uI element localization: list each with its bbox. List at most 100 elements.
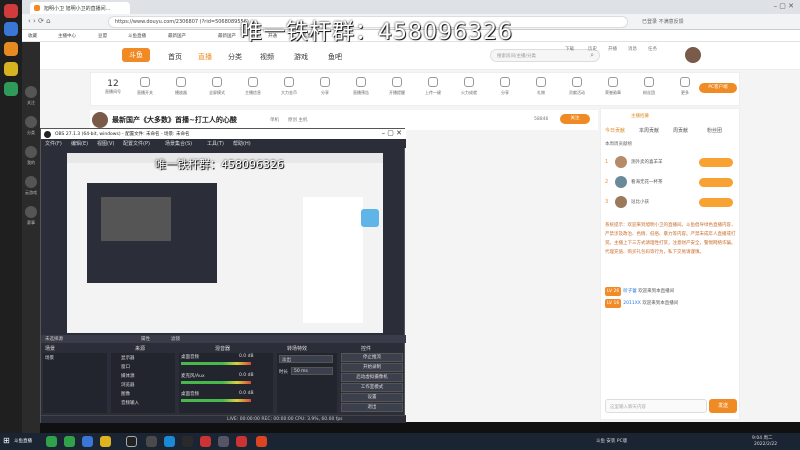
tray-text[interactable]: 斗鱼 安装 PC版	[596, 438, 627, 444]
nav-fishbar[interactable]: 鱼吧	[328, 52, 342, 62]
nav-category[interactable]: 分类	[228, 52, 242, 62]
filters-button[interactable]: 滤镜	[171, 336, 180, 342]
room-category[interactable]: 单机	[270, 117, 279, 123]
bookmark-item[interactable]: 豆盟	[98, 33, 107, 39]
search-icon[interactable]: ⌕	[590, 51, 594, 60]
studio-mode-button[interactable]: 工作室模式	[341, 383, 403, 392]
settings-button[interactable]: 设置	[341, 393, 403, 402]
bookmark-item[interactable]: 主播中心	[58, 33, 76, 39]
virtual-camera-button[interactable]: 启动虚拟摄像机	[341, 373, 403, 382]
app-icon[interactable]	[4, 4, 18, 18]
toolbar-item[interactable]: 大力金币	[275, 77, 303, 96]
toolbar-item[interactable]: 更多	[671, 77, 699, 96]
list-item[interactable]: 1 测外卖的喜羊羊	[605, 155, 737, 171]
nav-video[interactable]: 视频	[260, 52, 274, 62]
list-item[interactable]: 2 看海无花一杯茶	[605, 175, 737, 191]
chat-user[interactable]: 听子蕾	[623, 289, 637, 294]
app-icon[interactable]	[82, 436, 93, 447]
follow-icon[interactable]	[25, 86, 37, 98]
obs-preview[interactable]	[67, 153, 383, 333]
app-icon[interactable]	[146, 436, 157, 447]
toolbar-item[interactable]: 荣誉勋章	[599, 77, 627, 96]
menu-profile[interactable]: 配置文件(P)	[123, 140, 150, 147]
pc-client-button[interactable]: PC客户端	[699, 83, 737, 93]
search-input[interactable]: 搜索房间/主播/分类 ⌕	[490, 49, 600, 62]
source-item[interactable]: 显示器	[121, 355, 135, 361]
header-icon-label[interactable]: 下载	[565, 46, 574, 52]
app-icon[interactable]	[4, 62, 18, 76]
tab-weekly[interactable]: 周贡献	[673, 127, 688, 134]
nav-arrows-icon[interactable]: ‹ › ⟳ ⌂	[28, 17, 51, 25]
toolbar-item[interactable]: 分享	[311, 77, 339, 96]
send-button[interactable]: 发送	[709, 399, 737, 413]
chat-user[interactable]: 2011XX	[623, 301, 641, 306]
exit-button[interactable]: 退出	[341, 403, 403, 412]
header-icon-label[interactable]: 任务	[648, 46, 657, 52]
toolbar-item[interactable]: 开播提醒	[383, 77, 411, 96]
toolbar-item[interactable]: 贡献活动	[563, 77, 591, 96]
windows-start-icon[interactable]: ⊞	[3, 436, 10, 445]
app-icon[interactable]	[200, 436, 211, 447]
bookmark-item[interactable]: 收藏	[28, 33, 37, 39]
bookmark-item[interactable]: 最新国产	[168, 33, 186, 39]
header-icon-label[interactable]: 历史	[588, 46, 597, 52]
cloud-game-icon[interactable]	[25, 176, 37, 188]
toolbar-item[interactable]: 上传一键	[419, 77, 447, 96]
toolbar-item[interactable]: 火力成就	[455, 77, 483, 96]
tab-fans[interactable]: 粉丝团	[707, 127, 722, 134]
source-item[interactable]: 音频输入	[121, 400, 139, 406]
transition-select[interactable]: 淡出	[279, 355, 333, 363]
duration-input[interactable]: 50 ms	[291, 367, 333, 375]
header-icon-label[interactable]: 开播	[608, 46, 617, 52]
app-icon[interactable]	[236, 436, 247, 447]
app-icon[interactable]	[4, 82, 18, 96]
taskbar-window-label[interactable]: 斗鱼直播	[14, 438, 32, 444]
source-item[interactable]: 窗口	[121, 364, 130, 370]
header-icon-label[interactable]: 消息	[628, 46, 637, 52]
douyu-logo[interactable]: 斗鱼	[122, 48, 150, 62]
toolbar-item[interactable]: 主播信息	[239, 77, 267, 96]
toolbar-item[interactable]: 直播预告	[347, 77, 375, 96]
menu-tools[interactable]: 工具(T)	[207, 140, 224, 147]
tab-week[interactable]: 本周贡献	[639, 127, 659, 134]
menu-view[interactable]: 视图(V)	[97, 140, 114, 147]
toolbar-item[interactable]: 全屏模式	[203, 77, 231, 96]
menu-edit[interactable]: 编辑(E)	[71, 140, 88, 147]
bookmark-item[interactable]: 最新国产	[218, 33, 236, 39]
folder-icon[interactable]	[100, 436, 111, 447]
avatar[interactable]	[685, 47, 701, 63]
app-icon[interactable]	[164, 436, 175, 447]
app-icon[interactable]	[46, 436, 57, 447]
properties-button[interactable]: 属性	[141, 336, 150, 342]
chat-input[interactable]: 这里输入聊天内容	[605, 399, 707, 413]
toolbar-item[interactable]: 分享	[491, 77, 519, 96]
anchor-note[interactable]: 主播招募	[631, 113, 649, 119]
window-controls-icon[interactable]: – ▢ ✕	[774, 2, 794, 10]
toolbar-item[interactable]: 直播开关	[131, 77, 159, 96]
menu-scene-collection[interactable]: 场景集合(S)	[165, 140, 192, 147]
list-item[interactable]: 3 逗比小孩	[605, 195, 737, 211]
app-icon[interactable]	[4, 42, 18, 56]
toolbar-item[interactable]: 礼物	[527, 77, 555, 96]
toolbar-item[interactable]: 播放器	[167, 77, 195, 96]
tab-today[interactable]: 今日贡献	[605, 127, 625, 134]
app-icon[interactable]	[64, 436, 75, 447]
bookmark-item[interactable]: 斗鱼直播	[128, 33, 146, 39]
source-item[interactable]: 图像	[121, 391, 130, 397]
stop-streaming-button[interactable]: 停止推流	[341, 353, 403, 362]
nav-home[interactable]: 首页	[168, 52, 182, 62]
browser-tab[interactable]: 旭明小卫 旭明小卫的直播间…	[30, 2, 130, 14]
toolbar-item[interactable]: 粉丝团	[635, 77, 663, 96]
steam-icon[interactable]	[182, 436, 193, 447]
menu-help[interactable]: 帮助(H)	[233, 140, 251, 147]
obs-icon[interactable]	[126, 436, 137, 447]
nav-game[interactable]: 游戏	[294, 52, 308, 62]
start-recording-button[interactable]: 开始录制	[341, 363, 403, 372]
app-icon[interactable]	[218, 436, 229, 447]
menu-file[interactable]: 文件(F)	[45, 140, 62, 147]
scene-item[interactable]: 场景	[45, 355, 54, 361]
source-item[interactable]: 媒体源	[121, 373, 135, 379]
match-icon[interactable]	[25, 206, 37, 218]
nav-live[interactable]: 直播	[198, 52, 212, 62]
source-item[interactable]: 浏览器	[121, 382, 135, 388]
